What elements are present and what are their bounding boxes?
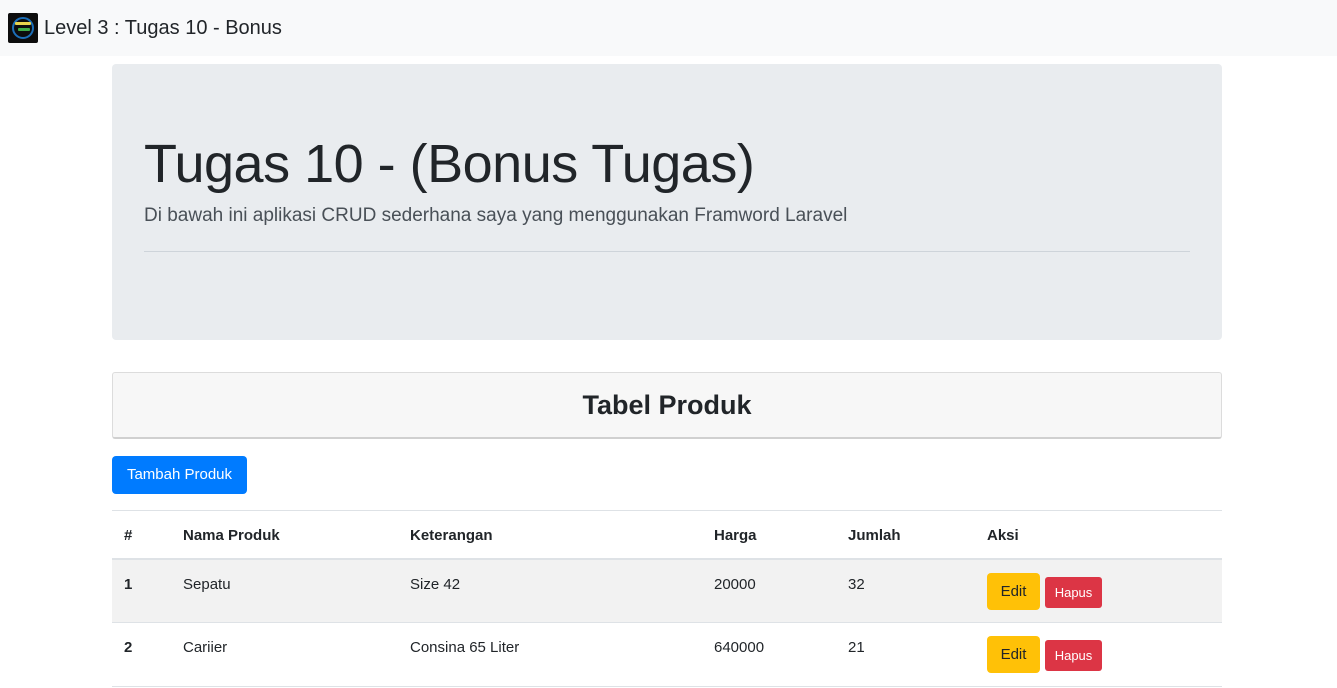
column-header-quantity: Jumlah: [848, 527, 901, 544]
edit-button[interactable]: Edit: [987, 636, 1040, 673]
product-name: Cariier: [183, 639, 228, 656]
row-number: 2: [124, 639, 133, 656]
divider: [144, 251, 1190, 252]
product-description: Size 42: [410, 576, 461, 593]
column-header-description: Keterangan: [410, 527, 493, 544]
column-header-name: Nama Produk: [183, 527, 280, 544]
card-header: Tabel Produk: [112, 372, 1222, 439]
product-quantity: 21: [848, 639, 865, 656]
product-price: 640000: [714, 639, 765, 656]
product-name: Sepatu: [183, 576, 231, 593]
column-header-actions: Aksi: [987, 527, 1019, 544]
product-price: 20000: [714, 576, 756, 593]
add-product-button[interactable]: Tambah Produk: [112, 456, 247, 494]
table-row: 1 Sepatu Size 42 20000 32 Edit Hapus: [112, 560, 1222, 623]
table-row: 2 Cariier Consina 65 Liter 640000 21 Edi…: [112, 623, 1222, 687]
page-title: Tugas 10 - (Bonus Tugas): [144, 134, 755, 194]
product-description: Consina 65 Liter: [410, 639, 520, 656]
delete-button[interactable]: Hapus: [1045, 640, 1102, 671]
jumbotron: Tugas 10 - (Bonus Tugas) Di bawah ini ap…: [112, 64, 1222, 340]
card-title: Tabel Produk: [582, 390, 752, 420]
edit-button[interactable]: Edit: [987, 573, 1040, 610]
row-number: 1: [124, 576, 133, 593]
column-header-price: Harga: [714, 527, 757, 544]
brand-title[interactable]: Level 3 : Tugas 10 - Bonus: [44, 16, 282, 40]
product-quantity: 32: [848, 576, 865, 593]
app-logo-icon[interactable]: [8, 13, 38, 43]
column-header-number: #: [124, 527, 133, 544]
navbar: Level 3 : Tugas 10 - Bonus: [0, 0, 1337, 56]
page-lead: Di bawah ini aplikasi CRUD sederhana say…: [144, 205, 848, 226]
delete-button[interactable]: Hapus: [1045, 577, 1102, 608]
table-header-row: # Nama Produk Keterangan Harga Jumlah Ak…: [112, 510, 1222, 560]
